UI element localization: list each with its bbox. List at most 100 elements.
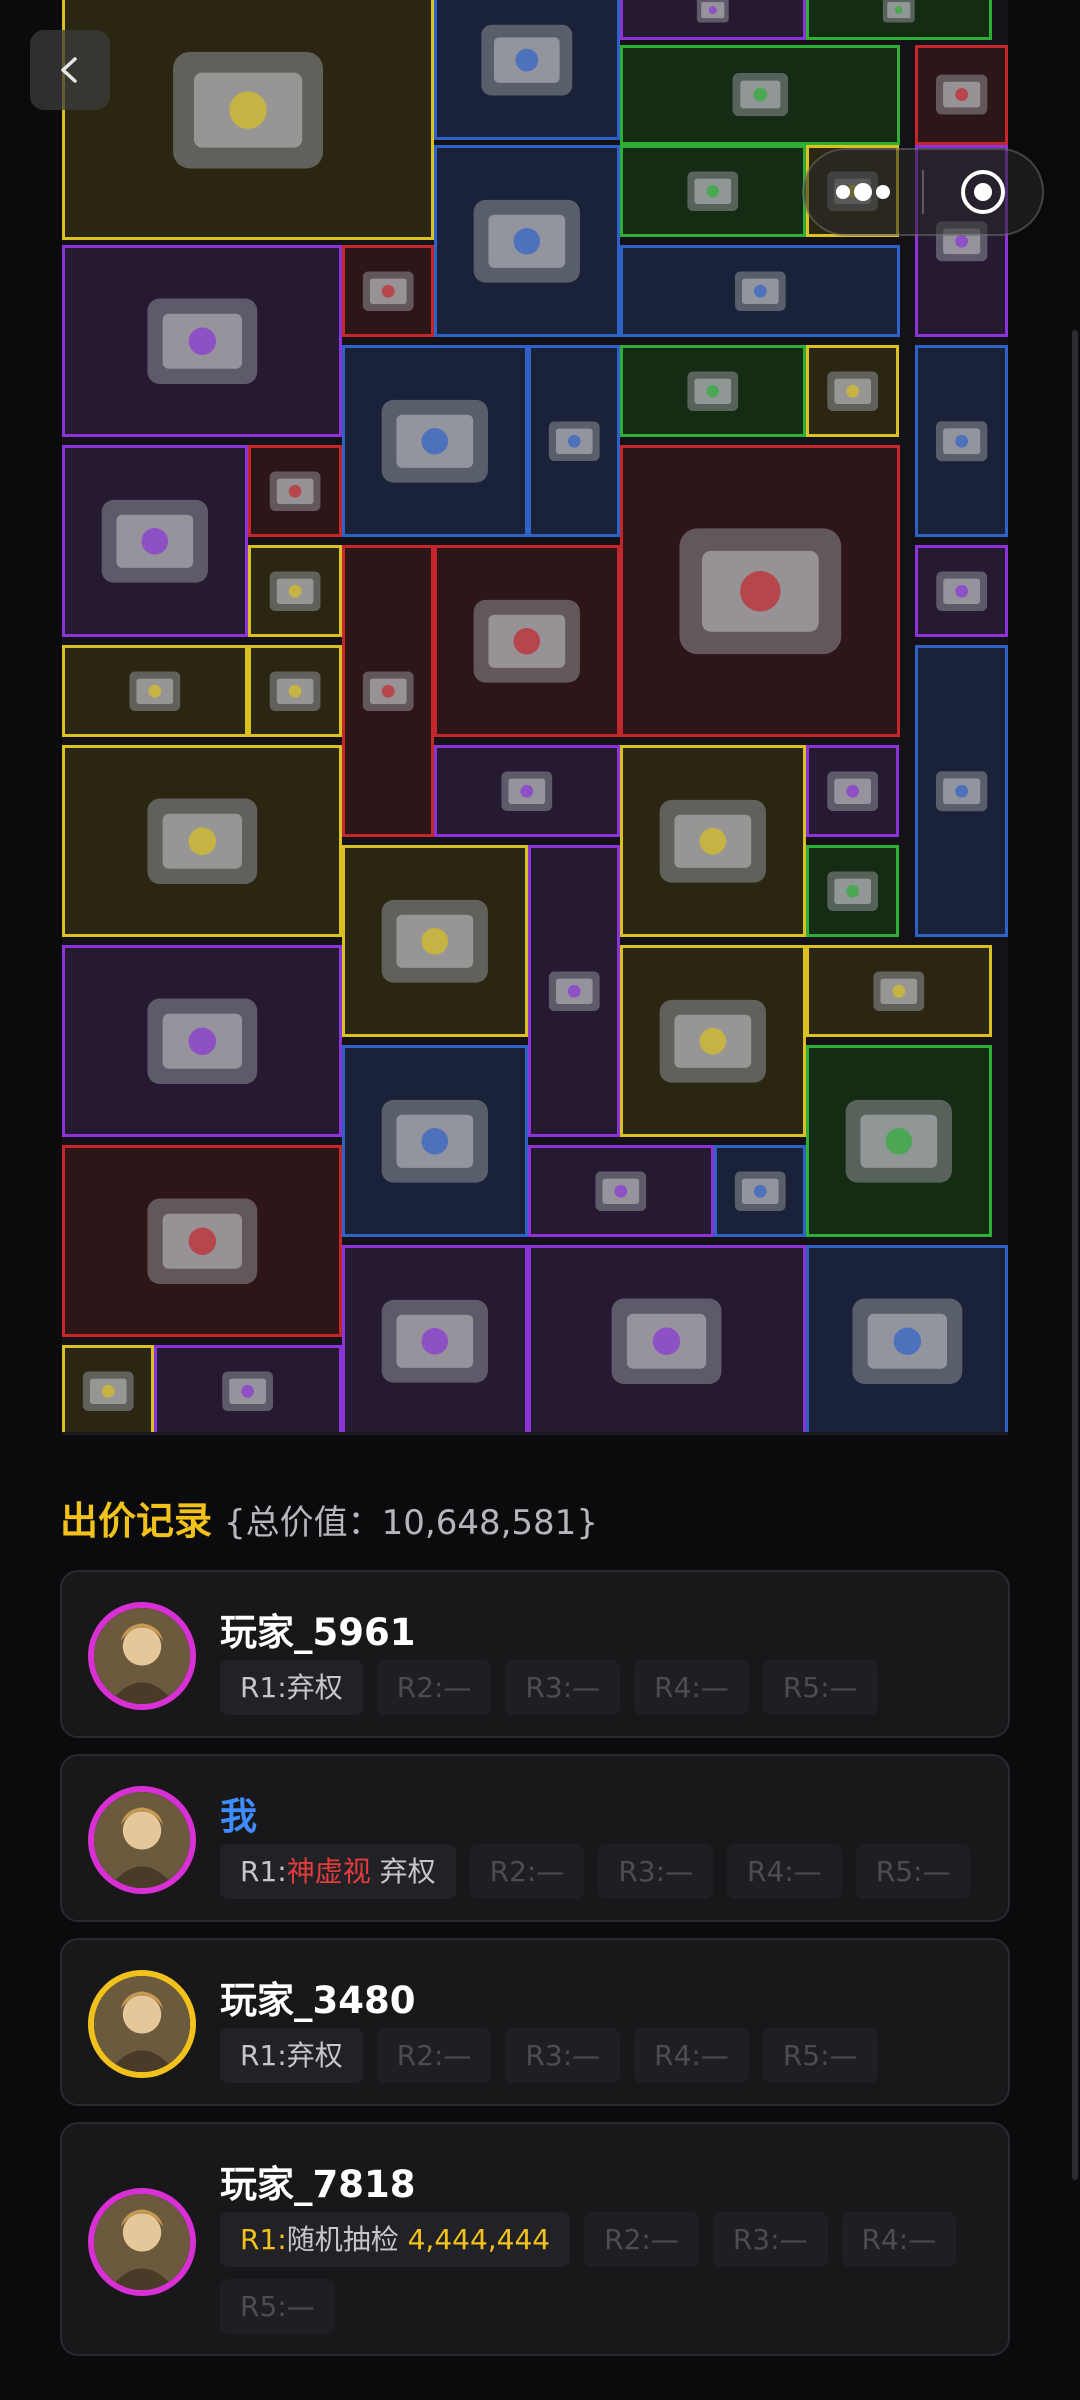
item-cell-reactor-core[interactable] (620, 445, 900, 737)
item-cell-spyglass[interactable] (915, 345, 1008, 537)
item-cell-laptop[interactable] (62, 1145, 342, 1337)
item-cell-compass[interactable] (915, 45, 1008, 145)
player-avatar[interactable] (88, 1602, 196, 1710)
item-cell-blueprint-tube[interactable] (62, 645, 248, 737)
round-chip-r3: R3:— (505, 1660, 621, 1715)
more-dots-icon (836, 183, 890, 201)
item-cell-sledgehammer[interactable] (620, 45, 900, 145)
round-chip-r5: R5:— (220, 2279, 335, 2334)
round-chips: R1:弃权 R2:— R3:— R4:— R5:— (220, 2028, 990, 2083)
item-cell-gpu-card[interactable] (154, 1345, 342, 1432)
item-cell-lantern[interactable] (528, 845, 620, 1137)
round-chip-r5: R5:— (855, 1844, 971, 1899)
bid-record-card: 玩家_3480 R1:弃权 R2:— R3:— R4:— R5:— (60, 1938, 1010, 2106)
item-cell-tin-box[interactable] (248, 545, 342, 637)
bid-records-header: 出价记录 {总价值：10,648,581} (60, 1490, 598, 1543)
bid-amount: 4,444,444 (407, 2223, 551, 2256)
close-miniprogram-button[interactable] (924, 150, 1042, 234)
tin-box-icon (269, 571, 321, 611)
round-label: R2: (396, 2039, 444, 2072)
motherboard-icon (381, 1299, 489, 1383)
item-cell-tablet-screen[interactable] (342, 1045, 528, 1237)
tablet-screen-icon (381, 1099, 489, 1183)
cloth-item-top-icon (883, 0, 915, 23)
item-cell-usb-drive[interactable] (342, 245, 434, 337)
item-cell-stone[interactable] (915, 545, 1008, 637)
player-avatar[interactable] (88, 2188, 196, 2296)
item-cell-paint-can[interactable] (434, 0, 620, 140)
item-cell-gold-cup[interactable] (248, 645, 342, 737)
camera-icon (659, 799, 767, 883)
item-cell-coffee-maker[interactable] (528, 345, 620, 537)
round-text: — (443, 1671, 472, 1704)
round-label: R1: (240, 2039, 287, 2072)
player-avatar[interactable] (88, 1786, 196, 1894)
back-button[interactable] (30, 30, 110, 110)
round-chip-r2: R2:— (584, 2212, 699, 2267)
sledgehammer-icon (732, 73, 788, 117)
item-cell-power-drill[interactable] (434, 145, 620, 337)
vial-icon (827, 871, 878, 911)
item-cell-voice-recorder[interactable] (915, 645, 1008, 937)
item-cell-server-rack[interactable] (62, 0, 434, 240)
item-cell-camp-stove[interactable] (806, 1245, 1008, 1432)
round-label: R3: (732, 2223, 780, 2256)
item-cell-toothbrush[interactable] (806, 745, 899, 837)
round-text: — (286, 2290, 315, 2323)
scrollbar[interactable] (1072, 330, 1078, 2180)
item-cell-wood-plank[interactable] (620, 345, 806, 437)
item-cell-car-battery[interactable] (62, 945, 342, 1137)
item-cell-crossbow[interactable] (806, 945, 992, 1037)
item-cell-old-map[interactable] (620, 145, 806, 237)
item-cell-power-bank[interactable] (806, 345, 899, 437)
item-cell-old-radio[interactable] (528, 1145, 714, 1237)
memory-card-icon (734, 1171, 786, 1211)
item-cell-gold-watch-2[interactable] (434, 545, 620, 737)
player-avatar[interactable] (88, 1970, 196, 2078)
item-cell-memory-card[interactable] (714, 1145, 806, 1237)
round-text: — (443, 2039, 472, 2072)
item-cell-psu[interactable] (806, 1045, 992, 1237)
more-button[interactable] (804, 150, 922, 234)
old-radio-icon (595, 1171, 647, 1211)
item-cell-gas-canister[interactable] (342, 545, 434, 837)
item-cell-edc-kit[interactable] (434, 745, 620, 837)
gas-canister-icon (362, 671, 414, 711)
round-chip-r3: R3:— (598, 1844, 714, 1899)
item-cell-satellite-dish[interactable] (342, 845, 528, 1037)
radio-station-icon (147, 798, 257, 884)
item-cell-edc-kit-top[interactable] (620, 0, 806, 40)
player-name: 玩家_7818 (220, 2163, 416, 2206)
item-cell-motherboard[interactable] (342, 1245, 528, 1432)
hard-drive-icon (101, 499, 209, 583)
item-cell-cloth-item-top[interactable] (806, 0, 992, 40)
round-text: — (779, 2223, 808, 2256)
item-cell-vial[interactable] (806, 845, 899, 937)
item-cell-hacksaw[interactable] (620, 245, 900, 337)
round-text: — (922, 1855, 951, 1888)
item-cell-ammo-crate[interactable] (620, 945, 806, 1137)
item-cell-hunting-knife[interactable] (62, 245, 342, 437)
item-cell-hard-drive[interactable] (62, 445, 248, 637)
item-cell-magazine[interactable] (342, 345, 528, 537)
camp-stove-icon (852, 1298, 962, 1384)
item-cell-camera[interactable] (620, 745, 806, 937)
avatar-portrait-icon (94, 2194, 190, 2290)
item-cell-radio-station[interactable] (62, 745, 342, 937)
round-label: R1: (240, 2223, 287, 2256)
avatar-portrait-icon (94, 1976, 190, 2072)
item-cell-car-battery-2[interactable] (528, 1245, 806, 1432)
round-text: — (829, 2039, 858, 2072)
coffee-maker-icon (548, 421, 600, 461)
blueprint-tube-icon (129, 671, 181, 711)
avatar-portrait-icon (94, 1792, 190, 1888)
item-cell-cola-bottle[interactable] (62, 1345, 154, 1432)
power-drill-icon (473, 199, 581, 283)
usb-drive-icon (362, 271, 414, 311)
round-text: — (829, 1671, 858, 1704)
bid-records-title: 出价记录 (60, 1499, 213, 1543)
crossbow-icon (873, 971, 925, 1011)
item-cell-gold-watch[interactable] (248, 445, 342, 537)
gpu-card-icon (222, 1371, 274, 1411)
hunting-knife-icon (147, 298, 257, 384)
